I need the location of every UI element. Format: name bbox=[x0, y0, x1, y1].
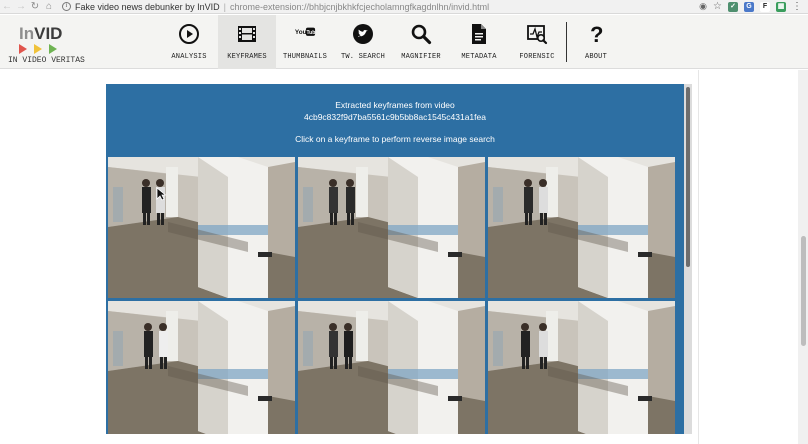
keyframe-image bbox=[298, 301, 485, 434]
translate-extension-icon[interactable]: G bbox=[744, 1, 754, 12]
magnifier-icon bbox=[410, 23, 432, 45]
forward-icon[interactable]: → bbox=[14, 0, 28, 14]
film-icon bbox=[236, 23, 258, 45]
document-icon bbox=[468, 23, 490, 45]
keyframe-thumbnail[interactable] bbox=[298, 301, 485, 434]
main-nav: ANALYSIS KEYFRAMES YouTube THUMBNAILS TW… bbox=[160, 15, 625, 69]
nav-analysis-label: ANALYSIS bbox=[171, 53, 207, 61]
question-icon: ? bbox=[585, 22, 607, 46]
keyframe-thumbnail[interactable] bbox=[298, 157, 485, 298]
video-hash: 4cb9c832f9d7ba5561c9b5bb8ac1545c431a1fea bbox=[304, 112, 486, 122]
keyframe-thumbnail[interactable] bbox=[108, 157, 295, 298]
nav-magnifier-label: MAGNIFIER bbox=[401, 53, 441, 61]
nav-metadata-label: METADATA bbox=[461, 53, 497, 61]
keyframe-image bbox=[108, 157, 295, 298]
page-scrollbar-thumb[interactable] bbox=[801, 236, 806, 346]
content-border bbox=[698, 70, 699, 444]
keyframes-instruction: Click on a keyframe to perform reverse i… bbox=[295, 134, 495, 144]
keyframes-panel: Extracted keyframes from video 4cb9c832f… bbox=[106, 84, 684, 434]
svg-text:?: ? bbox=[590, 22, 603, 46]
menu-icon[interactable]: ⋮ bbox=[792, 1, 802, 12]
home-icon[interactable]: ⌂ bbox=[42, 0, 56, 14]
nav-metadata[interactable]: METADATA bbox=[450, 15, 508, 69]
panel-scrollbar-thumb[interactable] bbox=[686, 87, 690, 267]
f-extension-icon[interactable]: F bbox=[760, 1, 770, 12]
back-icon[interactable]: ← bbox=[0, 0, 14, 14]
logo-triangle-red bbox=[19, 44, 27, 54]
invid-logo[interactable]: InVID IN VIDEO VERITAS bbox=[8, 19, 88, 65]
logo-wordmark: InVID bbox=[19, 24, 63, 43]
keyframe-thumbnail[interactable] bbox=[488, 157, 675, 298]
nav-forensic-label: FORENSIC bbox=[519, 53, 555, 61]
nav-keyframes[interactable]: KEYFRAMES bbox=[218, 15, 276, 69]
keyframe-thumbnail[interactable] bbox=[108, 301, 295, 434]
nav-magnifier[interactable]: MAGNIFIER bbox=[392, 15, 450, 69]
keyframe-image bbox=[298, 157, 485, 298]
nav-tw-search[interactable]: TW. SEARCH bbox=[334, 15, 392, 69]
app-header: InVID IN VIDEO VERITAS ANALYSIS KEYFRAME… bbox=[0, 15, 808, 69]
mouse-cursor-icon bbox=[156, 187, 167, 206]
keyframe-image bbox=[488, 301, 675, 434]
nav-thumbnails[interactable]: YouTube THUMBNAILS bbox=[276, 15, 334, 69]
nav-about[interactable]: ? ABOUT bbox=[567, 15, 625, 69]
twitter-icon bbox=[352, 23, 374, 45]
svg-text:You: You bbox=[295, 29, 307, 36]
bookmark-star-icon[interactable]: ☆ bbox=[713, 1, 722, 12]
forensic-icon bbox=[526, 23, 548, 45]
info-icon[interactable]: i bbox=[62, 2, 71, 11]
svg-text:Tube: Tube bbox=[306, 30, 316, 36]
nav-forensic[interactable]: FORENSIC bbox=[508, 15, 566, 69]
address-bar[interactable]: chrome-extension://bhbjcnjbkhkfcjecholam… bbox=[230, 2, 489, 12]
shield-extension-icon[interactable]: ✓ bbox=[728, 1, 738, 12]
reload-icon[interactable]: ↻ bbox=[28, 0, 42, 14]
logo-tagline: IN VIDEO VERITAS bbox=[8, 56, 85, 65]
keyframes-heading: Extracted keyframes from video bbox=[335, 100, 455, 110]
youtube-icon: YouTube bbox=[294, 23, 316, 45]
grid-extension-icon[interactable]: ▦ bbox=[776, 1, 786, 12]
browser-toolbar: ← → ↻ ⌂ i Fake video news debunker by In… bbox=[0, 0, 808, 14]
url-separator: | bbox=[223, 1, 226, 12]
play-circle-icon bbox=[178, 23, 200, 45]
keyframe-image bbox=[488, 157, 675, 298]
keyframe-image bbox=[108, 301, 295, 434]
nav-analysis[interactable]: ANALYSIS bbox=[160, 15, 218, 69]
nav-keyframes-label: KEYFRAMES bbox=[227, 53, 267, 61]
extension-icons: ◉ ☆ ✓ G F ▦ ⋮ bbox=[699, 1, 808, 12]
nav-about-label: ABOUT bbox=[584, 53, 607, 61]
page-title: Fake video news debunker by InVID bbox=[75, 1, 220, 12]
keyframe-thumbnail[interactable] bbox=[488, 301, 675, 434]
logo-triangle-green bbox=[49, 44, 57, 54]
nav-thumbnails-label: THUMBNAILS bbox=[282, 53, 327, 61]
nav-tw-search-label: TW. SEARCH bbox=[340, 53, 385, 61]
logo-triangle-yellow bbox=[34, 44, 42, 54]
location-icon[interactable]: ◉ bbox=[699, 1, 707, 12]
